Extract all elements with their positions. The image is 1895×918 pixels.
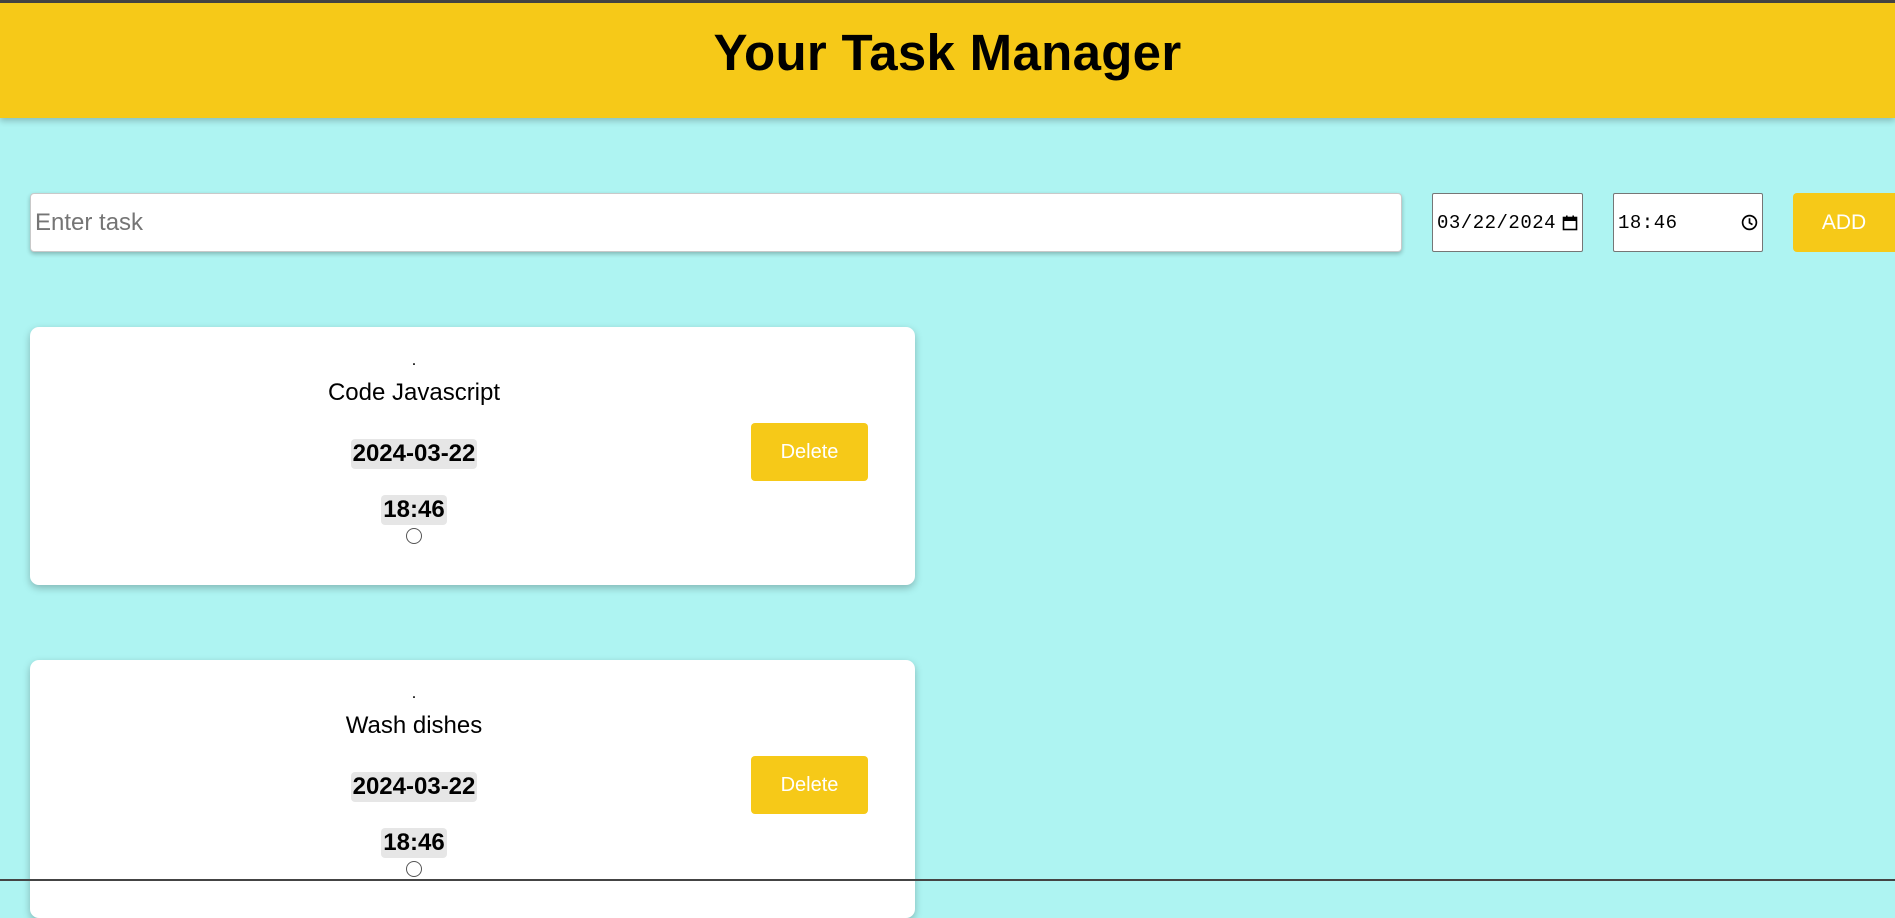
task-time: 18:46	[381, 828, 447, 858]
date-input[interactable]: 03/22/2024	[1432, 193, 1583, 252]
app-header: Your Task Manager	[0, 3, 1895, 118]
task-complete-radio[interactable]	[406, 528, 422, 544]
task-time-row: 18:46	[30, 828, 798, 858]
page-title: Your Task Manager	[713, 24, 1182, 81]
task-title: Code Javascript	[327, 379, 501, 406]
calendar-icon[interactable]	[1562, 215, 1578, 231]
task-marker: .	[411, 683, 417, 702]
task-date: 2024-03-22	[350, 772, 478, 802]
task-card: . Code Javascript 2024-03-22 18:46 Delet…	[30, 327, 915, 585]
date-input-value: 03/22/2024	[1437, 211, 1557, 234]
add-task-button[interactable]: ADD	[1793, 193, 1895, 252]
task-input[interactable]	[30, 193, 1402, 252]
task-time-row: 18:46	[30, 495, 798, 525]
delete-button[interactable]: Delete	[751, 423, 868, 481]
task-time: 18:46	[381, 495, 447, 525]
task-date-row: 2024-03-22	[30, 772, 798, 802]
time-input[interactable]: 18:46	[1613, 193, 1763, 252]
task-title: Wash dishes	[345, 712, 483, 739]
delete-button[interactable]: Delete	[751, 756, 868, 814]
task-date-row: 2024-03-22	[30, 439, 798, 469]
task-marker: .	[411, 350, 417, 369]
clock-icon[interactable]	[1741, 214, 1758, 231]
task-complete-radio[interactable]	[406, 861, 422, 877]
time-input-value: 18:46	[1618, 211, 1678, 234]
task-date: 2024-03-22	[350, 439, 478, 469]
